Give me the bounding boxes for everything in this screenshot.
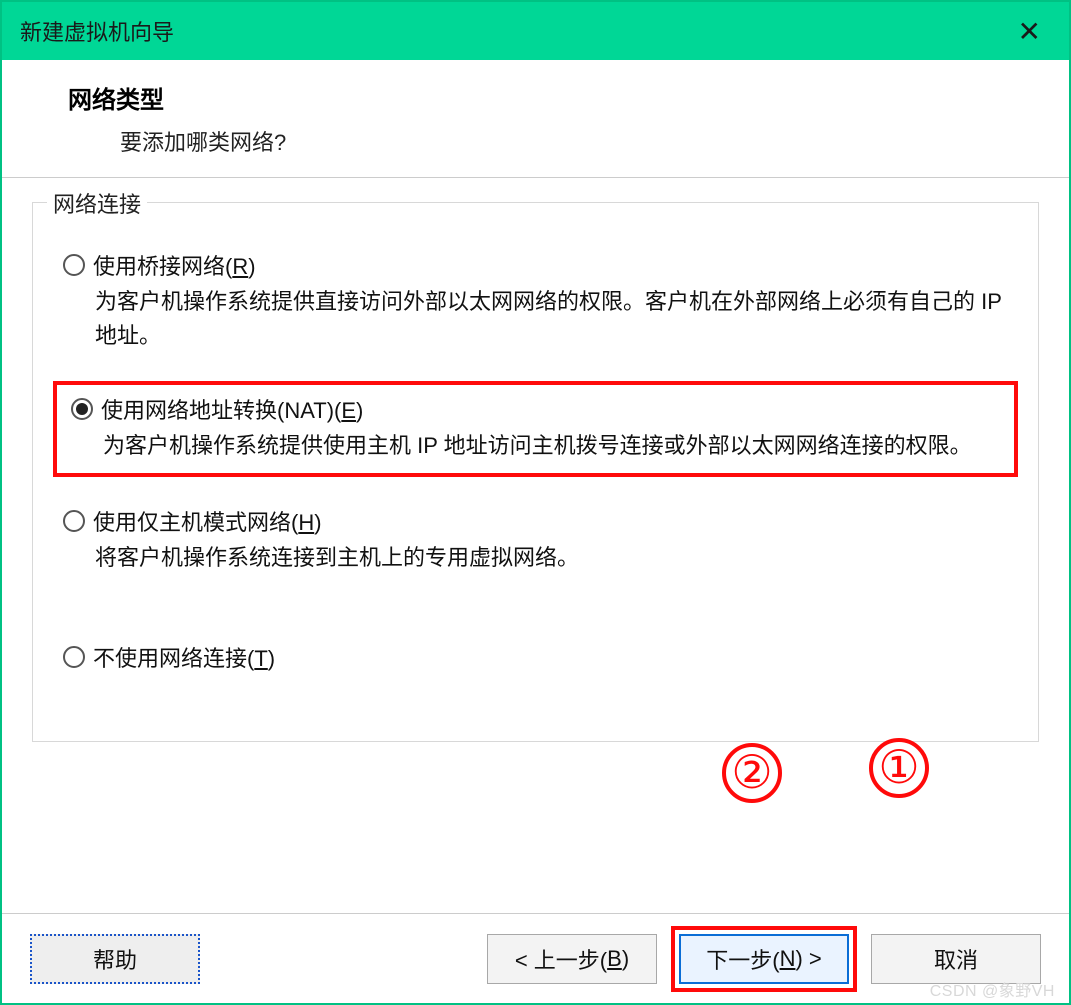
- cancel-button[interactable]: 取消: [871, 934, 1041, 984]
- option-hostonly[interactable]: 使用仅主机模式网络(H) 将客户机操作系统连接到主机上的专用虚拟网络。: [53, 505, 1018, 575]
- option-bridged-desc: 为客户机操作系统提供直接访问外部以太网网络的权限。客户机在外部网络上必须有自己的…: [95, 285, 1018, 353]
- wizard-header: 网络类型 要添加哪类网络?: [2, 60, 1069, 178]
- option-none-label: 不使用网络连接(T): [93, 641, 275, 673]
- option-bridged-label: 使用桥接网络(R): [93, 249, 256, 281]
- wizard-footer: 帮助 < 上一步(B) 下一步(N) > 取消: [2, 913, 1069, 1003]
- radio-icon[interactable]: [63, 646, 85, 668]
- radio-icon[interactable]: [71, 398, 93, 420]
- option-hostonly-desc: 将客户机操作系统连接到主机上的专用虚拟网络。: [95, 541, 1018, 575]
- highlight-box-next: 下一步(N) >: [671, 926, 857, 992]
- wizard-content: 网络连接 使用桥接网络(R) 为客户机操作系统提供直接访问外部以太网网络的权限。…: [2, 178, 1069, 913]
- radio-icon[interactable]: [63, 510, 85, 532]
- help-button[interactable]: 帮助: [30, 934, 200, 984]
- option-bridged[interactable]: 使用桥接网络(R) 为客户机操作系统提供直接访问外部以太网网络的权限。客户机在外…: [53, 249, 1018, 353]
- back-button[interactable]: < 上一步(B): [487, 934, 657, 984]
- close-icon[interactable]: ✕: [1008, 11, 1051, 52]
- next-button[interactable]: 下一步(N) >: [679, 934, 849, 984]
- fieldset-legend: 网络连接: [47, 187, 147, 219]
- option-nat-desc: 为客户机操作系统提供使用主机 IP 地址访问主机拨号连接或外部以太网网络连接的权…: [103, 429, 1008, 463]
- page-title: 网络类型: [68, 80, 1039, 115]
- option-nat[interactable]: 使用网络地址转换(NAT)(E) 为客户机操作系统提供使用主机 IP 地址访问主…: [61, 393, 1008, 463]
- option-hostonly-label: 使用仅主机模式网络(H): [93, 505, 322, 537]
- annotation-1: ①: [869, 738, 929, 798]
- annotation-2: ②: [722, 743, 782, 803]
- titlebar: 新建虚拟机向导 ✕: [2, 2, 1069, 60]
- watermark: CSDN @象野VH: [930, 977, 1055, 1001]
- highlight-box-nat: 使用网络地址转换(NAT)(E) 为客户机操作系统提供使用主机 IP 地址访问主…: [53, 381, 1018, 477]
- window-title: 新建虚拟机向导: [20, 15, 174, 47]
- option-nat-label: 使用网络地址转换(NAT)(E): [101, 393, 363, 425]
- page-subtitle: 要添加哪类网络?: [120, 125, 1039, 157]
- option-none[interactable]: 不使用网络连接(T): [53, 641, 1018, 673]
- wizard-window: 新建虚拟机向导 ✕ 网络类型 要添加哪类网络? 网络连接 使用桥接网络(R) 为…: [0, 0, 1071, 1005]
- radio-icon[interactable]: [63, 254, 85, 276]
- network-fieldset: 网络连接 使用桥接网络(R) 为客户机操作系统提供直接访问外部以太网网络的权限。…: [32, 202, 1039, 742]
